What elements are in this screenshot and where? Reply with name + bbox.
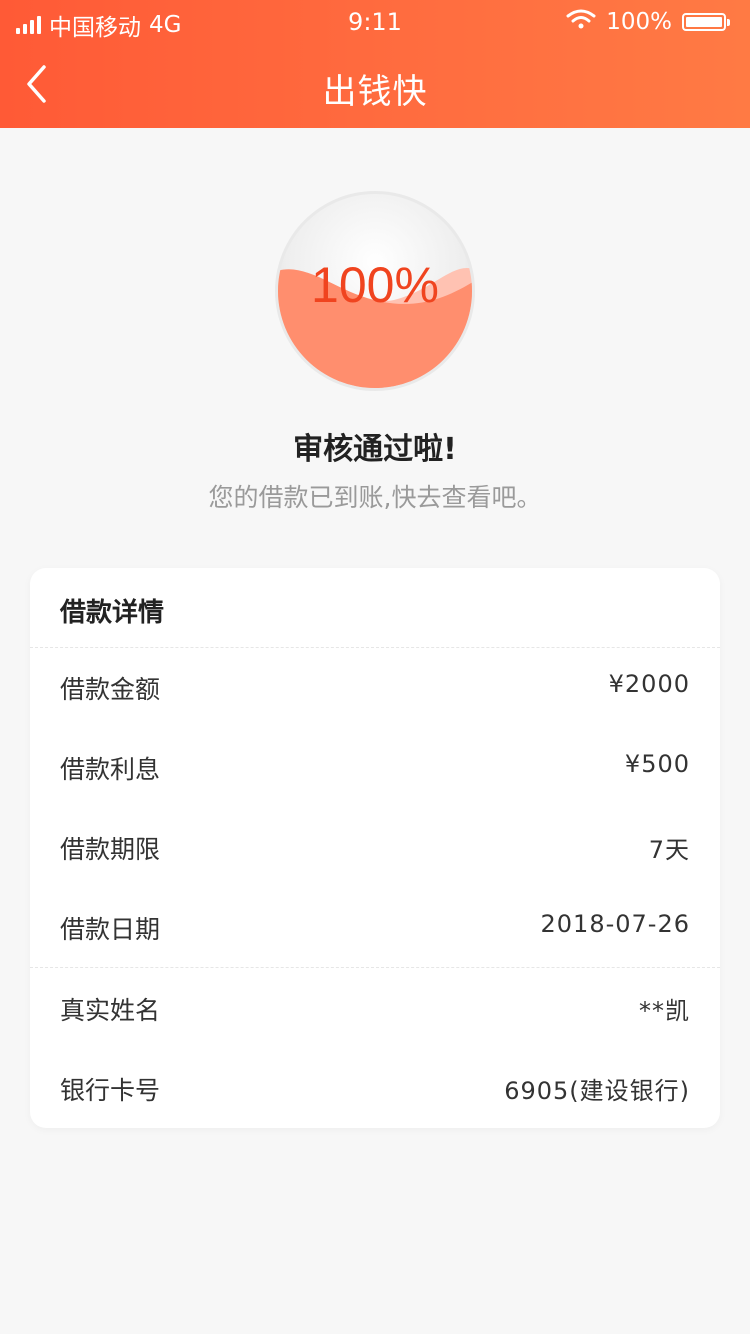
status-bar: 中国移动 4G 9:11 100% — [0, 0, 750, 44]
status-title: 审核通过啦! — [293, 432, 457, 467]
nav-bar: 出钱快 — [0, 44, 750, 128]
battery-fill — [686, 17, 722, 27]
detail-row-amount: 借款金额 ¥2000 — [30, 648, 720, 728]
detail-row-date: 借款日期 2018-07-26 — [30, 888, 720, 968]
header-bar: 中国移动 4G 9:11 100% 出钱快 — [0, 0, 750, 128]
wifi-icon — [566, 8, 596, 36]
row-value: 6905(建设银行) — [504, 1077, 690, 1105]
status-right: 100% — [566, 8, 730, 36]
progress-percent: 100% — [311, 257, 439, 313]
detail-row-bank-card: 银行卡号 6905(建设银行) — [30, 1049, 720, 1129]
row-label: 银行卡号 — [60, 1076, 161, 1105]
detail-row-interest: 借款利息 ¥500 — [30, 728, 720, 808]
page-title: 出钱快 — [322, 72, 428, 112]
row-value: 7天 — [648, 836, 690, 864]
divider — [30, 967, 720, 968]
progress-circle: 100% — [274, 190, 476, 392]
row-label: 真实姓名 — [60, 996, 161, 1025]
status-subtitle: 您的借款已到账,快去查看吧。 — [208, 483, 542, 512]
battery-icon — [682, 13, 730, 31]
loan-details-card: 借款详情 借款金额 ¥2000 借款利息 ¥500 借款期限 7天 借款日期 2… — [30, 568, 720, 1128]
battery-percent: 100% — [606, 9, 672, 35]
row-label: 借款利息 — [60, 755, 161, 784]
row-label: 借款日期 — [60, 915, 161, 944]
row-value: 2018-07-26 — [540, 910, 690, 938]
row-value: ¥2000 — [608, 670, 690, 698]
row-label: 借款金额 — [60, 675, 161, 704]
row-value: **凯 — [639, 997, 690, 1025]
row-label: 借款期限 — [60, 835, 161, 864]
detail-row-term: 借款期限 7天 — [30, 808, 720, 888]
row-value: ¥500 — [624, 750, 690, 778]
detail-row-name: 真实姓名 **凯 — [30, 969, 720, 1049]
card-title: 借款详情 — [60, 598, 165, 628]
